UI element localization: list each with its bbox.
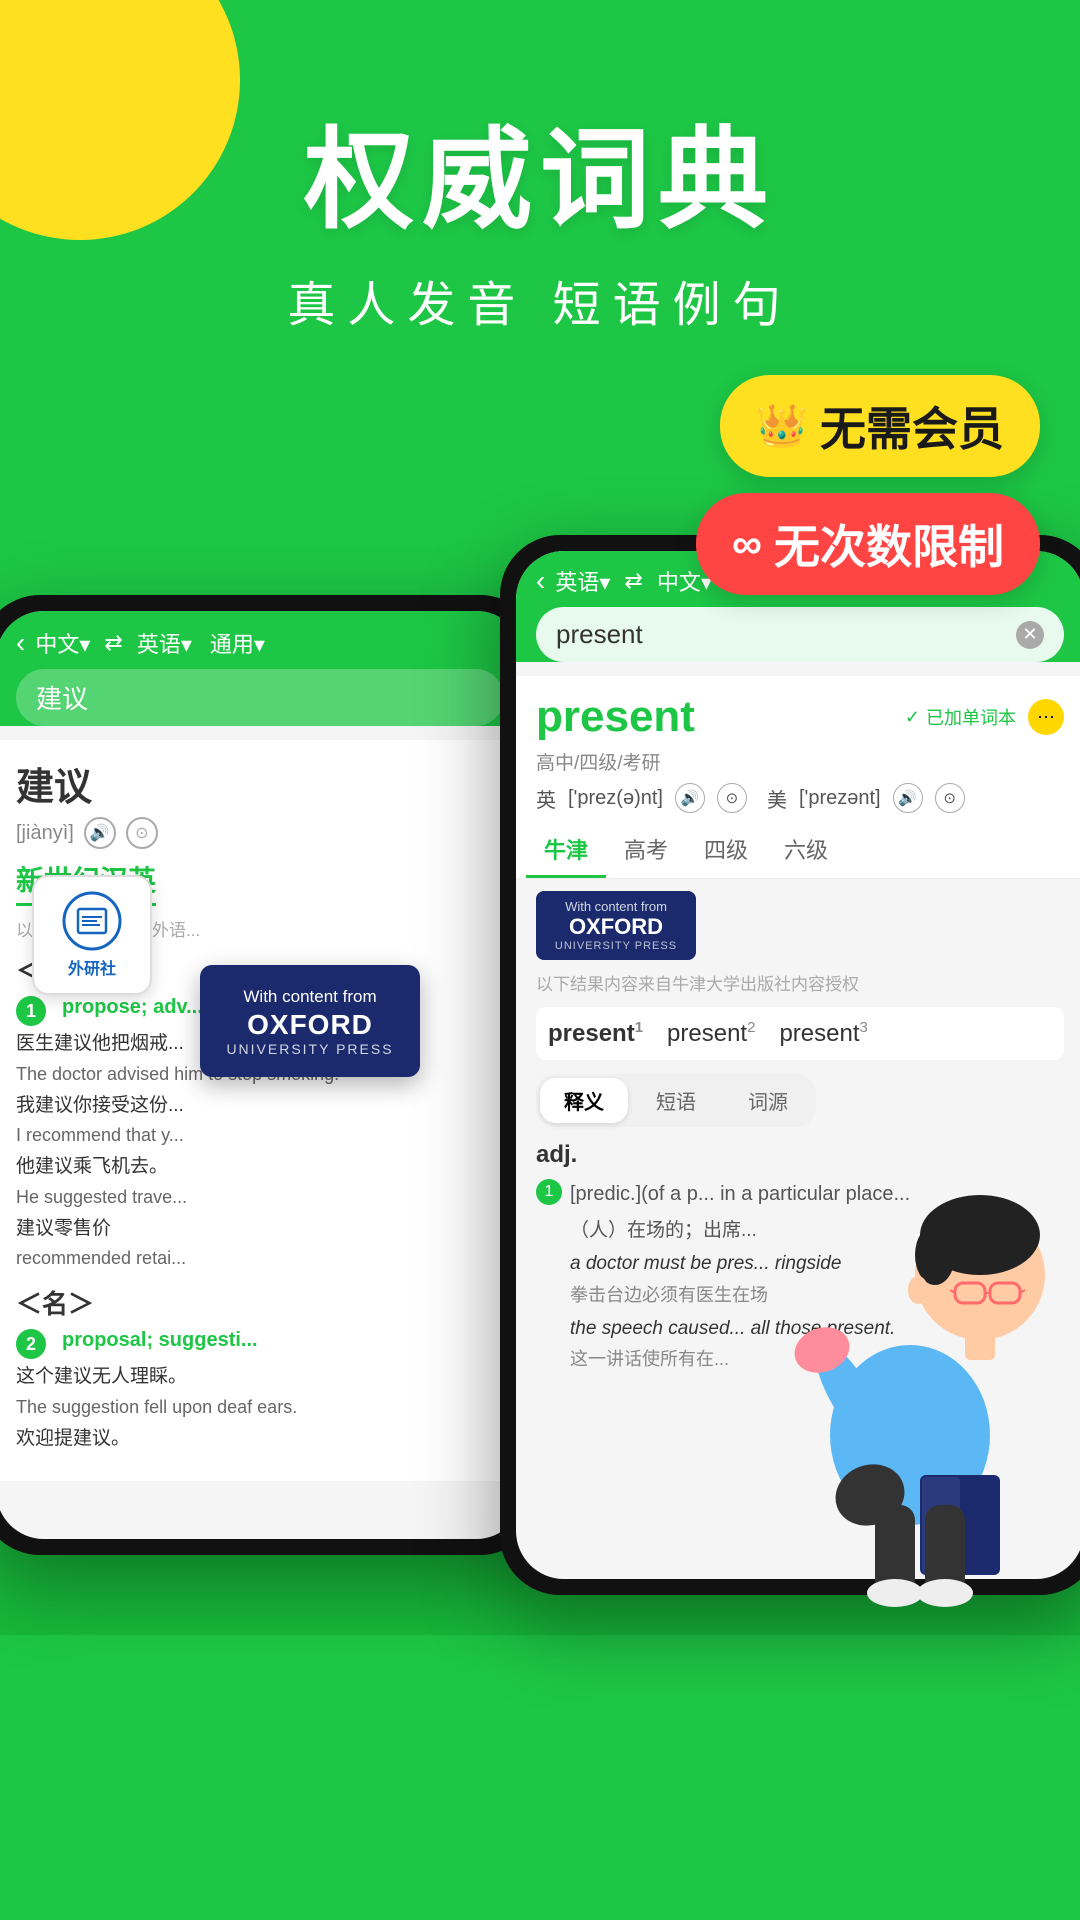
swap-icon[interactable]: ⇄ <box>104 630 122 656</box>
audio-icon[interactable]: 🔊 <box>84 817 116 849</box>
variant-2: present2 <box>667 1019 755 1048</box>
phonetic-region-us: 美 <box>767 784 787 813</box>
oxford-with-content: With content from <box>216 985 404 1009</box>
waijiao-logo <box>62 891 122 951</box>
phones-area: ‹ 中文▾ ⇄ 英语▾ 通用▾ 建议 建议 [jiànyì] <box>0 535 1080 1635</box>
added-text: 已加单词本 <box>926 704 1016 730</box>
oxford-small-sub: UNIVERSITY PRESS <box>548 940 684 952</box>
crown-icon: 👑 <box>756 402 808 451</box>
sense-tabs: 释义 短语 词源 <box>536 1074 816 1127</box>
phonetic-ipa-en: ['prez(ə)nt] <box>568 787 663 810</box>
lang-english[interactable]: 英语▾ <box>137 627 192 659</box>
more-icon[interactable]: ⋯ <box>1028 699 1064 735</box>
rphone-word-meta: 高中/四级/考研 <box>536 748 1064 775</box>
oxford-small-brand: OXFORD <box>548 914 684 940</box>
rphone-tabs: 牛津 高考 四级 六级 <box>516 823 1080 879</box>
rphone-phonetics: 英 ['prez(ə)nt] 🔊 ⊙ 美 ['prezənt] 🔊 ⊙ <box>536 783 1064 813</box>
word-variants: present1 present2 present3 <box>536 1007 1064 1060</box>
oxford-subtitle: UNIVERSITY PRESS <box>216 1041 404 1057</box>
check-icon: ✓ <box>905 707 920 728</box>
phonetic-ipa-us: ['prezənt] <box>799 787 881 810</box>
sense-num-2: 2 <box>16 1329 46 1359</box>
example-6-zh: 欢迎提建议。 <box>16 1425 504 1454</box>
hero-subtitle: 真人发音 短语例句 <box>0 265 1080 335</box>
lphone-pos2: ＜名＞ <box>16 1284 504 1321</box>
lphone-word: 建议 <box>16 756 504 811</box>
example-2-en: I recommend that y... <box>16 1122 504 1149</box>
sense-num-1: 1 <box>536 1179 562 1205</box>
lphone-sense-2: 2 proposal; suggesti... 这个建议无人理睬。 The su… <box>16 1329 504 1453</box>
mic-icon[interactable]: ⊙ <box>126 817 158 849</box>
lphone-search-value: 建议 <box>36 679 88 716</box>
oxford-small-logo: With content from OXFORD UNIVERSITY PRES… <box>536 891 696 960</box>
sense-def-1: propose; adv... <box>62 996 203 1019</box>
tab-oxford[interactable]: 牛津 <box>526 823 606 878</box>
no-member-label: 无需会员 <box>820 393 1004 459</box>
lphone-phonetic: [jiànyì] 🔊 ⊙ <box>16 817 504 849</box>
sense-tab-phrases[interactable]: 短语 <box>632 1078 720 1123</box>
example-5-zh: 这个建议无人理睬。 <box>16 1363 504 1392</box>
rphone-search-value: present <box>556 619 643 650</box>
infinity-icon: ∞ <box>732 520 762 568</box>
phonetic-audio-us[interactable]: 🔊 <box>893 783 923 813</box>
unlimited-label: 无次数限制 <box>774 511 1004 577</box>
phonetic-region-en: 英 <box>536 784 556 813</box>
tab-level4[interactable]: 四级 <box>686 823 766 878</box>
lphone-word-section: 建议 [jiànyì] 🔊 ⊙ 新世纪汉英 以下结果内容来自外语... ＜动＞ … <box>0 740 524 1481</box>
rphone-search-bar[interactable]: present ✕ <box>536 607 1064 662</box>
tab-gaokao[interactable]: 高考 <box>606 823 686 878</box>
waijiao-badge: 外研社 <box>32 875 152 995</box>
lphone-body: 建议 [jiànyì] 🔊 ⊙ 新世纪汉英 以下结果内容来自外语... ＜动＞ … <box>0 740 524 1489</box>
back-icon[interactable]: ‹ <box>16 627 25 659</box>
example-2-zh: 我建议你接受这份... <box>16 1092 504 1121</box>
example-5-en: The suggestion fell upon deaf ears. <box>16 1394 504 1421</box>
example-3-en: He suggested trave... <box>16 1184 504 1211</box>
lphone-nav: ‹ 中文▾ ⇄ 英语▾ 通用▾ <box>16 627 504 669</box>
example-3-zh: 他建议乘飞机去。 <box>16 1153 504 1182</box>
example-4-en: recommended retai... <box>16 1245 504 1272</box>
phonetic-audio-en[interactable]: 🔊 <box>675 783 705 813</box>
badges-container: 👑 无需会员 ∞ 无次数限制 <box>0 375 1080 595</box>
no-member-badge: 👑 无需会员 <box>720 375 1040 477</box>
oxford-badge: With content from OXFORD UNIVERSITY PRES… <box>200 965 420 1077</box>
example-4-zh: 建议零售价 <box>16 1215 504 1244</box>
waijiao-text: 外研社 <box>68 955 116 979</box>
unlimited-badge: ∞ 无次数限制 <box>696 493 1040 595</box>
sense-num-1: 1 <box>16 996 46 1026</box>
search-clear-icon[interactable]: ✕ <box>1016 621 1044 649</box>
sense-tab-etymology[interactable]: 词源 <box>724 1078 812 1123</box>
rphone-word-header: present ✓ 已加单词本 ⋯ 高中/四级/考研 英 ['prez(ə)nt… <box>516 676 1080 823</box>
variant-1: present1 <box>548 1019 643 1048</box>
phonetic-mic-en[interactable]: ⊙ <box>717 783 747 813</box>
lphone-search-bar[interactable]: 建议 <box>16 669 504 726</box>
dict-mode[interactable]: 通用▾ <box>210 627 265 659</box>
rphone-source-note: 以下结果内容来自牛津大学出版社内容授权 <box>536 970 1064 995</box>
sense-def-2: proposal; suggesti... <box>62 1329 258 1352</box>
phonetic-mic-us[interactable]: ⊙ <box>935 783 965 813</box>
character-svg <box>740 1135 1080 1635</box>
variant-3: present3 <box>779 1019 867 1048</box>
added-badge: ✓ 已加单词本 <box>905 704 1016 730</box>
lang-chinese[interactable]: 中文▾ <box>35 627 90 659</box>
sense-tab-definition[interactable]: 释义 <box>540 1078 628 1123</box>
character-illustration <box>740 1135 1080 1635</box>
oxford-small-with: With content from <box>548 899 684 914</box>
oxford-brand: OXFORD <box>216 1009 404 1041</box>
tab-level6[interactable]: 六级 <box>766 823 846 878</box>
lphone-header: ‹ 中文▾ ⇄ 英语▾ 通用▾ 建议 <box>0 611 524 726</box>
page: 权威词典 真人发音 短语例句 👑 无需会员 ∞ 无次数限制 ‹ 中文▾ ⇄ <box>0 0 1080 1635</box>
rphone-word: present <box>536 692 695 742</box>
